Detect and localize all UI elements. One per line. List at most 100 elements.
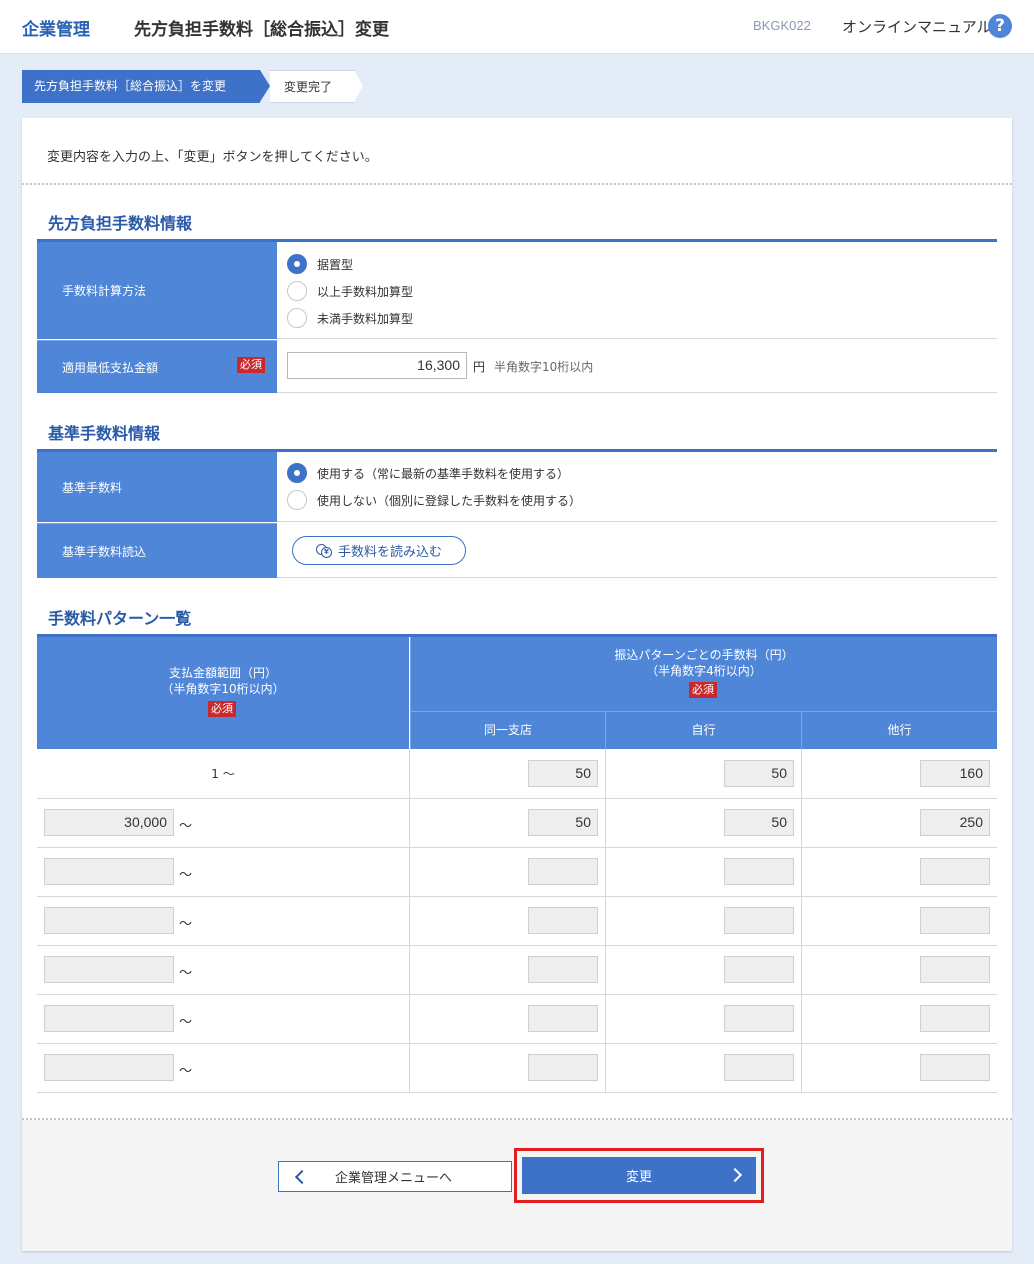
top-bar: 企業管理 先方負担手数料［総合振込］変更 BKGK022 オンラインマニュアル … <box>0 0 1034 54</box>
fee-input-other-bank[interactable] <box>920 1005 990 1032</box>
min-amount-input[interactable]: 16,300 <box>287 352 467 379</box>
fee-input-same-branch[interactable] <box>528 956 598 983</box>
radio-button-checked[interactable] <box>287 254 307 274</box>
fee-input-same-branch[interactable]: 50 <box>528 760 598 787</box>
grid-line <box>801 749 802 1093</box>
help-icon[interactable]: ? <box>988 14 1012 38</box>
radio-button[interactable] <box>287 281 307 301</box>
range-header-line2: （半角数字10桁以内） <box>161 682 285 696</box>
section-standard-fee-title: 基準手数料情報 <box>48 424 161 443</box>
radio-label: 使用する（常に最新の基準手数料を使用する） <box>317 466 570 481</box>
range-from-input[interactable] <box>44 1005 174 1032</box>
col-header-same-branch: 同一支店 <box>410 711 605 749</box>
page-title: 先方負担手数料［総合振込］変更 <box>134 20 389 40</box>
range-from-input[interactable] <box>44 858 174 885</box>
radio-option-below[interactable]: 未満手数料加算型 <box>287 308 413 328</box>
calc-method-field: 据置型 以上手数料加算型 未満手数料加算型 <box>277 242 997 339</box>
fee-header: 振込パターンごとの手数料（円） （半角数字4桁以内） <box>410 637 997 711</box>
change-submit-button[interactable]: 変更 <box>522 1157 756 1194</box>
load-fee-button[interactable]: ¥ 手数料を読み込む <box>292 536 466 565</box>
fee-load-label: 基準手数料読込 <box>37 523 277 578</box>
online-manual-link[interactable]: オンラインマニュアル <box>842 16 992 37</box>
divider <box>22 1118 1012 1120</box>
standard-fee-field: 使用する（常に最新の基準手数料を使用する） 使用しない（個別に登録した手数料を使… <box>277 452 997 522</box>
fee-header-line2: （半角数字4桁以内） <box>646 664 762 678</box>
fee-input-other-bank[interactable]: 160 <box>920 760 990 787</box>
fee-input-other-bank[interactable]: 250 <box>920 809 990 836</box>
chevron-left-icon <box>294 1169 310 1184</box>
fee-header-line1: 振込パターンごとの手数料（円） <box>614 648 794 662</box>
range-tilde: ～ <box>179 1064 193 1079</box>
section-pattern-title: 手数料パターン一覧 <box>48 609 192 628</box>
radio-option-fixed[interactable]: 据置型 <box>287 254 353 274</box>
step-current-arrow <box>260 70 270 102</box>
divider <box>22 183 1012 185</box>
range-tilde: ～ <box>179 917 193 932</box>
fee-input-other-bank[interactable] <box>920 956 990 983</box>
col-header-own-bank: 自行 <box>605 711 801 749</box>
radio-label: 据置型 <box>317 257 354 272</box>
fee-input-other-bank[interactable] <box>920 1054 990 1081</box>
range-from-input[interactable]: 30,000 <box>44 809 174 836</box>
grid-line <box>37 994 997 995</box>
step-current: 先方負担手数料［総合振込］を変更 <box>22 70 260 103</box>
fee-input-same-branch[interactable] <box>528 858 598 885</box>
fee-input-own-bank[interactable]: 50 <box>724 760 794 787</box>
grid-line <box>37 1092 997 1093</box>
range-header-line1: 支払金額範囲（円） <box>168 666 277 680</box>
fee-input-other-bank[interactable] <box>920 858 990 885</box>
load-fee-button-label: 手数料を読み込む <box>337 545 442 560</box>
radio-label: 以上手数料加算型 <box>317 284 414 299</box>
step-next: 変更完了 <box>270 70 354 103</box>
radio-option-not-use[interactable]: 使用しない（個別に登録した手数料を使用する） <box>287 490 581 510</box>
change-submit-label: 変更 <box>625 1170 652 1185</box>
back-to-menu-label: 企業管理メニューへ <box>335 1171 453 1186</box>
range-header: 支払金額範囲（円） （半角数字10桁以内） <box>37 637 409 749</box>
instruction-text: 変更内容を入力の上、「変更」ボタンを押してください。 <box>47 150 378 165</box>
screen-id: BKGK022 <box>753 18 811 33</box>
range-from-input[interactable] <box>44 1054 174 1081</box>
grid-line <box>37 1043 997 1044</box>
required-badge: 必須 <box>237 357 265 373</box>
grid-line <box>37 847 997 848</box>
fee-input-same-branch[interactable] <box>528 907 598 934</box>
fee-input-other-bank[interactable] <box>920 907 990 934</box>
fee-load-label-text: 基準手数料読込 <box>62 544 147 559</box>
min-amount-hint: 半角数字10桁以内 <box>494 360 594 374</box>
fee-input-own-bank[interactable] <box>724 1054 794 1081</box>
fee-input-own-bank[interactable] <box>724 1005 794 1032</box>
yen-unit: 円 <box>473 360 486 374</box>
fee-input-own-bank[interactable] <box>724 907 794 934</box>
required-badge: 必須 <box>689 682 717 698</box>
fee-input-same-branch[interactable] <box>528 1005 598 1032</box>
grid-line <box>37 896 997 897</box>
radio-option-use[interactable]: 使用する（常に最新の基準手数料を使用する） <box>287 463 569 483</box>
fee-input-same-branch[interactable] <box>528 1054 598 1081</box>
radio-option-above[interactable]: 以上手数料加算型 <box>287 281 413 301</box>
range-tilde: ～ <box>179 966 193 981</box>
fee-input-own-bank[interactable] <box>724 858 794 885</box>
radio-button[interactable] <box>287 490 307 510</box>
step-next-arrow <box>354 70 363 102</box>
range-from-input[interactable] <box>44 956 174 983</box>
col-header-other-bank: 他行 <box>801 711 997 749</box>
range-tilde: ～ <box>179 819 193 834</box>
min-amount-field: 16,300 円 半角数字10桁以内 <box>277 339 997 393</box>
standard-fee-label-text: 基準手数料 <box>62 480 123 495</box>
required-badge: 必須 <box>208 701 236 717</box>
calc-method-label-text: 手数料計算方法 <box>62 284 147 298</box>
range-from-input[interactable] <box>44 907 174 934</box>
chevron-right-icon <box>727 1167 743 1183</box>
coin-icon: ¥ <box>315 543 332 558</box>
fee-input-same-branch[interactable]: 50 <box>528 809 598 836</box>
brand-link[interactable]: 企業管理 <box>22 15 90 40</box>
grid-line <box>37 945 997 946</box>
fee-input-own-bank[interactable]: 50 <box>724 809 794 836</box>
range-tilde: ～ <box>179 868 193 883</box>
radio-button-checked[interactable] <box>287 463 307 483</box>
radio-button[interactable] <box>287 308 307 328</box>
fee-input-own-bank[interactable] <box>724 956 794 983</box>
back-to-menu-button[interactable]: 企業管理メニューへ <box>278 1161 512 1192</box>
range-tilde: ～ <box>179 1015 193 1030</box>
radio-label: 未満手数料加算型 <box>317 311 414 326</box>
